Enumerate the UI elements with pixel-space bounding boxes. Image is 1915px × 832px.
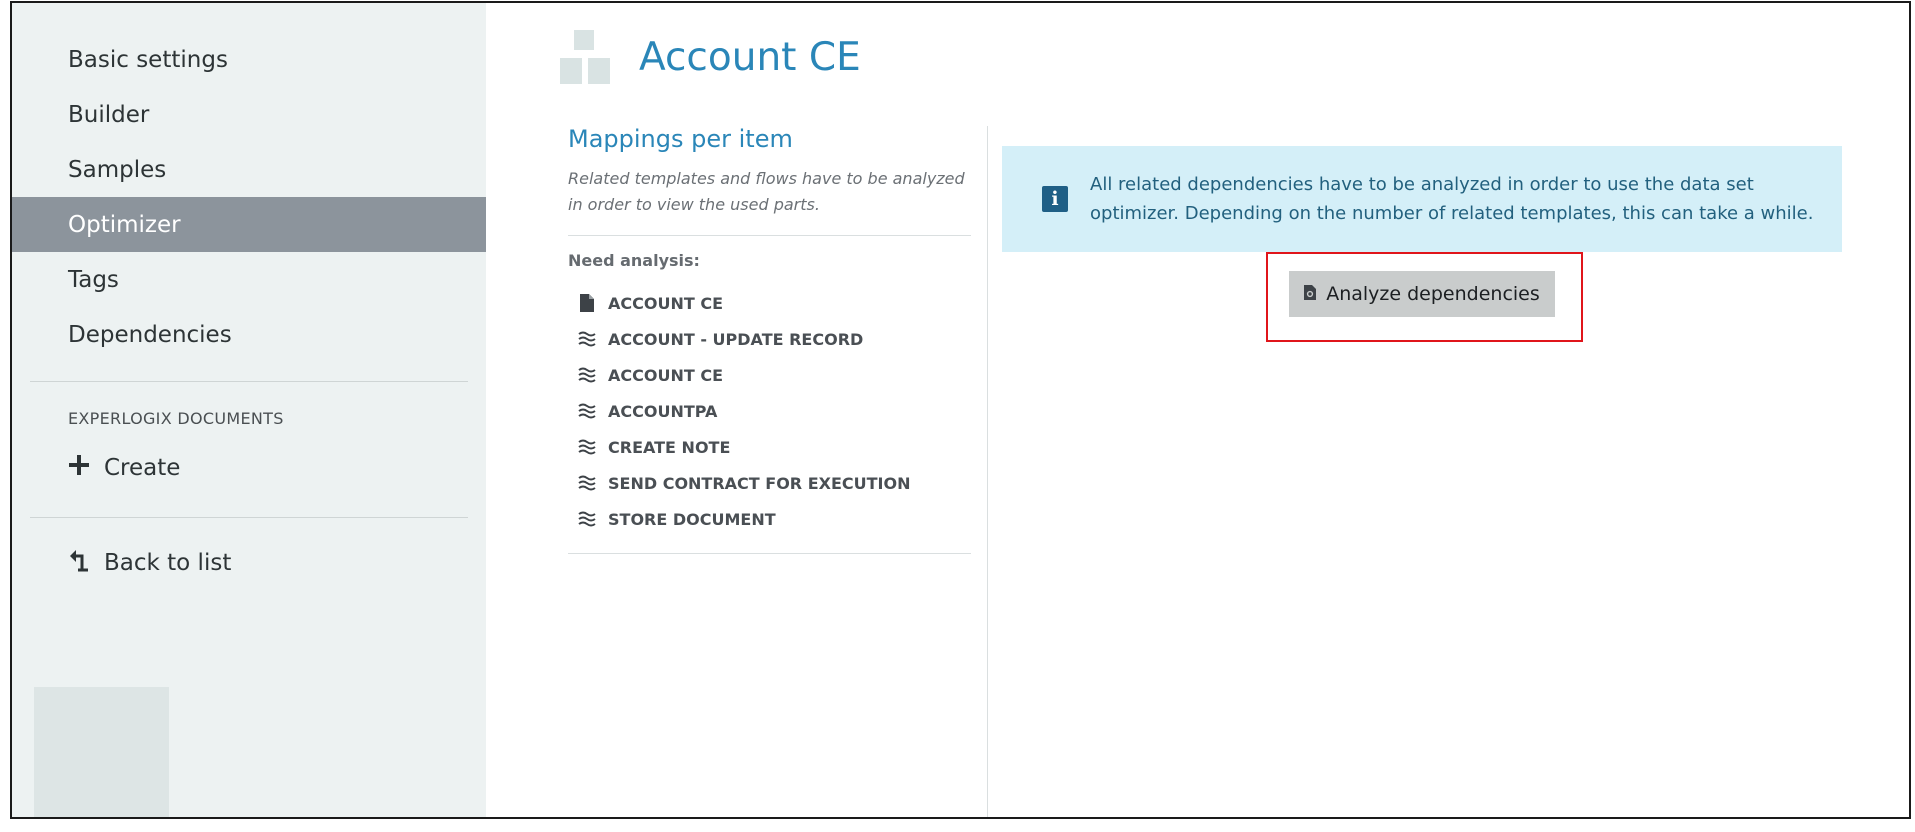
analyze-label: Analyze dependencies <box>1326 283 1540 305</box>
plus-icon <box>68 454 90 482</box>
back-to-list-label: Back to list <box>104 550 232 576</box>
blocks-icon <box>560 30 620 88</box>
panel-divider <box>987 126 988 817</box>
section-label: EXPERLOGIX DOCUMENTS <box>68 409 284 428</box>
app-window: Basic settings Builder Samples Optimizer… <box>10 1 1911 819</box>
page-title: Account CE <box>639 35 861 80</box>
mappings-title: Mappings per item <box>568 125 793 153</box>
info-alert: i All related dependencies have to be an… <box>1002 146 1842 252</box>
list-item-label: ACCOUNT CE <box>608 293 724 313</box>
sidebar-item-builder[interactable]: Builder <box>12 87 486 142</box>
sidebar-item-optimizer[interactable]: Optimizer <box>12 197 486 252</box>
info-icon: i <box>1042 186 1068 212</box>
sidebar-item-dependencies[interactable]: Dependencies <box>12 307 486 362</box>
sidebar-divider <box>30 381 468 382</box>
list-item-label: CREATE NOTE <box>608 437 731 457</box>
analyze-dependencies-button[interactable]: Analyze dependencies <box>1289 271 1555 317</box>
list-item-label: ACCOUNT CE <box>608 365 724 385</box>
list-item[interactable]: ACCOUNT - UPDATE RECORD <box>578 321 910 357</box>
list-item[interactable]: ACCOUNT CE <box>578 357 910 393</box>
list-item[interactable]: ACCOUNT CE <box>578 285 910 321</box>
create-label: Create <box>104 455 181 481</box>
back-to-list-button[interactable]: Back to list <box>68 548 231 578</box>
back-arrow-icon <box>68 548 90 578</box>
list-item-label: STORE DOCUMENT <box>608 509 776 529</box>
mappings-divider <box>568 553 971 554</box>
dependency-list: ACCOUNT CE ACCOUNT - UPDATE RECORD ACCOU… <box>578 285 910 537</box>
sidebar-item-samples[interactable]: Samples <box>12 142 486 197</box>
analyze-file-icon <box>1304 283 1317 305</box>
flow-icon <box>578 402 596 420</box>
need-analysis-label: Need analysis: <box>568 251 700 270</box>
flow-icon <box>578 438 596 456</box>
flow-icon <box>578 366 596 384</box>
flow-icon <box>578 510 596 528</box>
list-item[interactable]: CREATE NOTE <box>578 429 910 465</box>
list-item[interactable]: ACCOUNTPA <box>578 393 910 429</box>
flow-icon <box>578 330 596 348</box>
list-item[interactable]: SEND CONTRACT FOR EXECUTION <box>578 465 910 501</box>
mappings-description: Related templates and flows have to be a… <box>568 169 965 214</box>
create-button[interactable]: Create <box>68 454 180 482</box>
avatar-placeholder <box>34 687 169 817</box>
sidebar-item-tags[interactable]: Tags <box>12 252 486 307</box>
list-item-label: ACCOUNTPA <box>608 401 718 421</box>
list-item-label: ACCOUNT - UPDATE RECORD <box>608 329 864 349</box>
document-icon <box>578 294 596 312</box>
sidebar: Basic settings Builder Samples Optimizer… <box>12 3 486 817</box>
mappings-divider <box>568 235 971 236</box>
sidebar-divider <box>30 517 468 518</box>
sidebar-item-basic-settings[interactable]: Basic settings <box>12 32 486 87</box>
list-item[interactable]: STORE DOCUMENT <box>578 501 910 537</box>
list-item-label: SEND CONTRACT FOR EXECUTION <box>608 473 911 493</box>
info-message: All related dependencies have to be anal… <box>1090 174 1814 224</box>
flow-icon <box>578 474 596 492</box>
